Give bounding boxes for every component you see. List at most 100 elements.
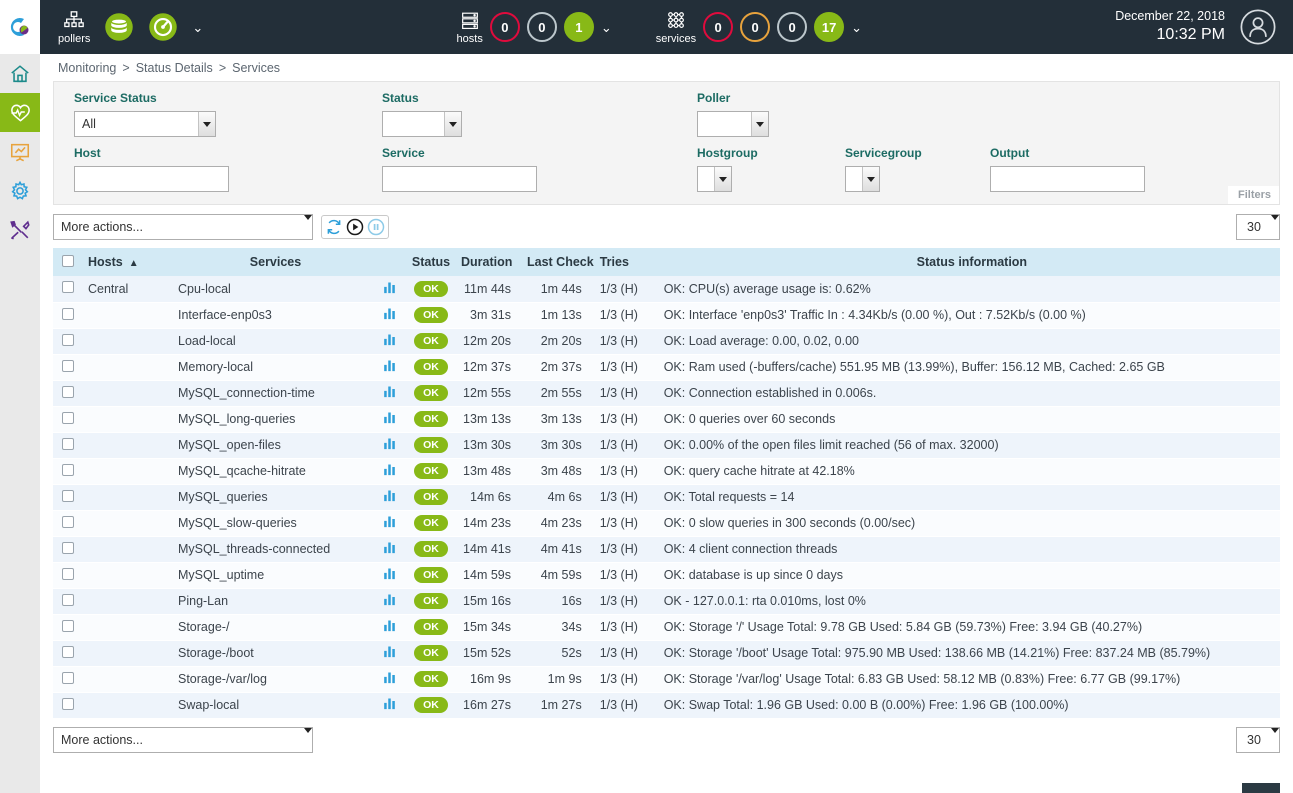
table-row[interactable]: Storage-/OK15m 34s34s1/3 (H)OK: Storage …	[53, 614, 1280, 640]
row-graph-cell[interactable]	[373, 614, 405, 640]
bar-graph-icon[interactable]	[382, 358, 397, 373]
status-select[interactable]	[382, 111, 462, 137]
filters-tab-label[interactable]: Filters	[1228, 186, 1279, 204]
row-host[interactable]	[83, 692, 173, 718]
bar-graph-icon[interactable]	[382, 618, 397, 633]
row-graph-cell[interactable]	[373, 588, 405, 614]
row-service[interactable]: MySQL_long-queries	[173, 406, 373, 432]
row-graph-cell[interactable]	[373, 536, 405, 562]
column-header-status[interactable]: Status	[405, 248, 457, 276]
more-actions-select-top[interactable]: More actions...	[53, 214, 313, 240]
column-header-last-check[interactable]: Last Check	[523, 248, 594, 276]
row-graph-cell[interactable]	[373, 406, 405, 432]
services-ok-count[interactable]: 17	[814, 12, 844, 42]
row-checkbox[interactable]	[62, 594, 74, 606]
row-checkbox[interactable]	[62, 490, 74, 502]
sidebar-item-reporting[interactable]	[0, 132, 40, 171]
services-chevron-down-icon[interactable]: ⌄	[851, 21, 862, 34]
row-graph-cell[interactable]	[373, 328, 405, 354]
row-service[interactable]: Storage-/boot	[173, 640, 373, 666]
row-graph-cell[interactable]	[373, 666, 405, 692]
row-service[interactable]: Ping-Lan	[173, 588, 373, 614]
row-host[interactable]	[83, 666, 173, 692]
bar-graph-icon[interactable]	[382, 488, 397, 503]
bar-graph-icon[interactable]	[382, 436, 397, 451]
bar-graph-icon[interactable]	[382, 566, 397, 581]
bar-graph-icon[interactable]	[382, 462, 397, 477]
row-host[interactable]	[83, 302, 173, 328]
row-checkbox[interactable]	[62, 542, 74, 554]
hosts-down-count[interactable]: 0	[490, 12, 520, 42]
row-host[interactable]	[83, 640, 173, 666]
row-checkbox[interactable]	[62, 620, 74, 632]
row-checkbox[interactable]	[62, 386, 74, 398]
sidebar-item-configuration[interactable]	[0, 171, 40, 210]
sidebar-item-administration[interactable]	[0, 210, 40, 249]
column-header-status-information[interactable]: Status information	[656, 248, 1280, 276]
table-row[interactable]: Storage-/bootOK15m 52s52s1/3 (H)OK: Stor…	[53, 640, 1280, 666]
breadcrumb-item-services[interactable]: Services	[232, 61, 280, 75]
hosts-up-count[interactable]: 1	[564, 12, 594, 42]
bar-graph-icon[interactable]	[382, 540, 397, 555]
table-row[interactable]: Memory-localOK12m 37s2m 37s1/3 (H)OK: Ra…	[53, 354, 1280, 380]
app-logo[interactable]	[0, 0, 40, 54]
user-avatar-icon[interactable]	[1239, 8, 1277, 46]
hosts-chevron-down-icon[interactable]: ⌄	[601, 21, 612, 34]
hosts-unreachable-count[interactable]: 0	[527, 12, 557, 42]
row-checkbox[interactable]	[62, 334, 74, 346]
row-host[interactable]	[83, 432, 173, 458]
row-checkbox[interactable]	[62, 308, 74, 320]
services-warning-count[interactable]: 0	[740, 12, 770, 42]
hostgroup-select[interactable]	[697, 166, 732, 192]
database-icon[interactable]	[104, 12, 134, 42]
row-checkbox[interactable]	[62, 281, 74, 293]
services-indicator[interactable]: services	[656, 10, 696, 45]
bar-graph-icon[interactable]	[382, 514, 397, 529]
row-checkbox[interactable]	[62, 568, 74, 580]
row-checkbox[interactable]	[62, 360, 74, 372]
column-header-tries[interactable]: Tries	[594, 248, 656, 276]
table-row[interactable]: Interface-enp0s3OK3m 31s1m 13s1/3 (H)OK:…	[53, 302, 1280, 328]
table-row[interactable]: Swap-localOK16m 27s1m 27s1/3 (H)OK: Swap…	[53, 692, 1280, 718]
row-host[interactable]	[83, 510, 173, 536]
page-size-select-top[interactable]: 30	[1236, 214, 1280, 240]
bar-graph-icon[interactable]	[382, 332, 397, 347]
row-graph-cell[interactable]	[373, 380, 405, 406]
engine-gauge-icon[interactable]	[148, 12, 178, 42]
row-host[interactable]	[83, 458, 173, 484]
output-input[interactable]	[990, 166, 1145, 192]
row-service[interactable]: MySQL_queries	[173, 484, 373, 510]
services-unknown-count[interactable]: 0	[777, 12, 807, 42]
column-header-services[interactable]: Services	[173, 248, 373, 276]
more-actions-select-bottom[interactable]: More actions...	[53, 727, 313, 753]
bar-graph-icon[interactable]	[382, 280, 397, 295]
refresh-icon[interactable]	[325, 218, 343, 236]
row-graph-cell[interactable]	[373, 302, 405, 328]
row-service[interactable]: MySQL_threads-connected	[173, 536, 373, 562]
table-row[interactable]: MySQL_uptimeOK14m 59s4m 59s1/3 (H)OK: da…	[53, 562, 1280, 588]
table-row[interactable]: MySQL_open-filesOK13m 30s3m 30s1/3 (H)OK…	[53, 432, 1280, 458]
row-host[interactable]: Central	[83, 276, 173, 302]
table-row[interactable]: MySQL_threads-connectedOK14m 41s4m 41s1/…	[53, 536, 1280, 562]
row-host[interactable]	[83, 562, 173, 588]
pollers-indicator[interactable]: pollers	[58, 10, 90, 45]
row-service[interactable]: MySQL_connection-time	[173, 380, 373, 406]
row-host[interactable]	[83, 588, 173, 614]
bar-graph-icon[interactable]	[382, 410, 397, 425]
row-service[interactable]: MySQL_slow-queries	[173, 510, 373, 536]
row-service[interactable]: Cpu-local	[173, 276, 373, 302]
row-host[interactable]	[83, 484, 173, 510]
row-graph-cell[interactable]	[373, 692, 405, 718]
row-graph-cell[interactable]	[373, 484, 405, 510]
column-header-hosts[interactable]: Hosts▲	[83, 248, 173, 276]
breadcrumb-item-status-details[interactable]: Status Details	[136, 61, 213, 75]
page-size-select-bottom[interactable]: 30	[1236, 727, 1280, 753]
bar-graph-icon[interactable]	[382, 384, 397, 399]
host-input[interactable]	[74, 166, 229, 192]
row-service[interactable]: MySQL_open-files	[173, 432, 373, 458]
sidebar-item-home[interactable]	[0, 54, 40, 93]
bar-graph-icon[interactable]	[382, 696, 397, 711]
row-host[interactable]	[83, 614, 173, 640]
table-row[interactable]: MySQL_connection-timeOK12m 55s2m 55s1/3 …	[53, 380, 1280, 406]
table-row[interactable]: CentralCpu-localOK11m 44s1m 44s1/3 (H)OK…	[53, 276, 1280, 302]
